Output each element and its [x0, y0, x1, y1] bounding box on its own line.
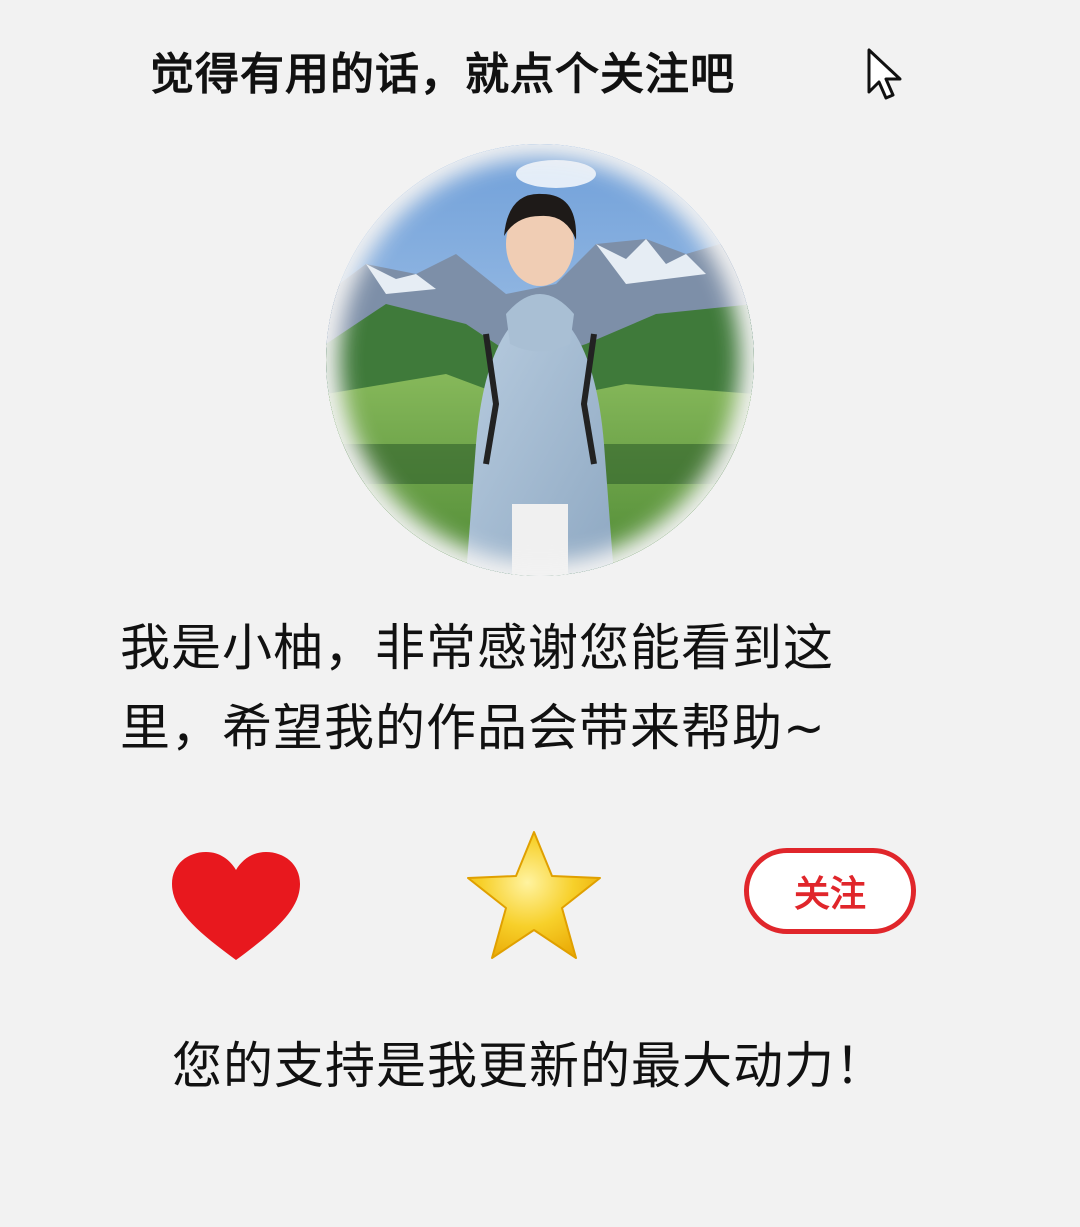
star-icon[interactable]: [464, 828, 604, 964]
support-text: 您的支持是我更新的最大动力！: [172, 1037, 886, 1095]
page-headline: 觉得有用的话，就点个关注吧: [150, 49, 735, 100]
heart-icon[interactable]: [168, 848, 304, 964]
intro-line-2: 里，希望我的作品会带来帮助~: [120, 699, 826, 757]
avatar: [326, 144, 754, 576]
follow-button[interactable]: 关注: [744, 848, 916, 934]
intro-line-1: 我是小柚，非常感谢您能看到这: [120, 619, 834, 677]
avatar-photo: [326, 144, 754, 576]
mouse-cursor-icon: [867, 48, 902, 100]
intro-text: 我是小柚，非常感谢您能看到这 里，希望我的作品会带来帮助~: [120, 608, 920, 768]
